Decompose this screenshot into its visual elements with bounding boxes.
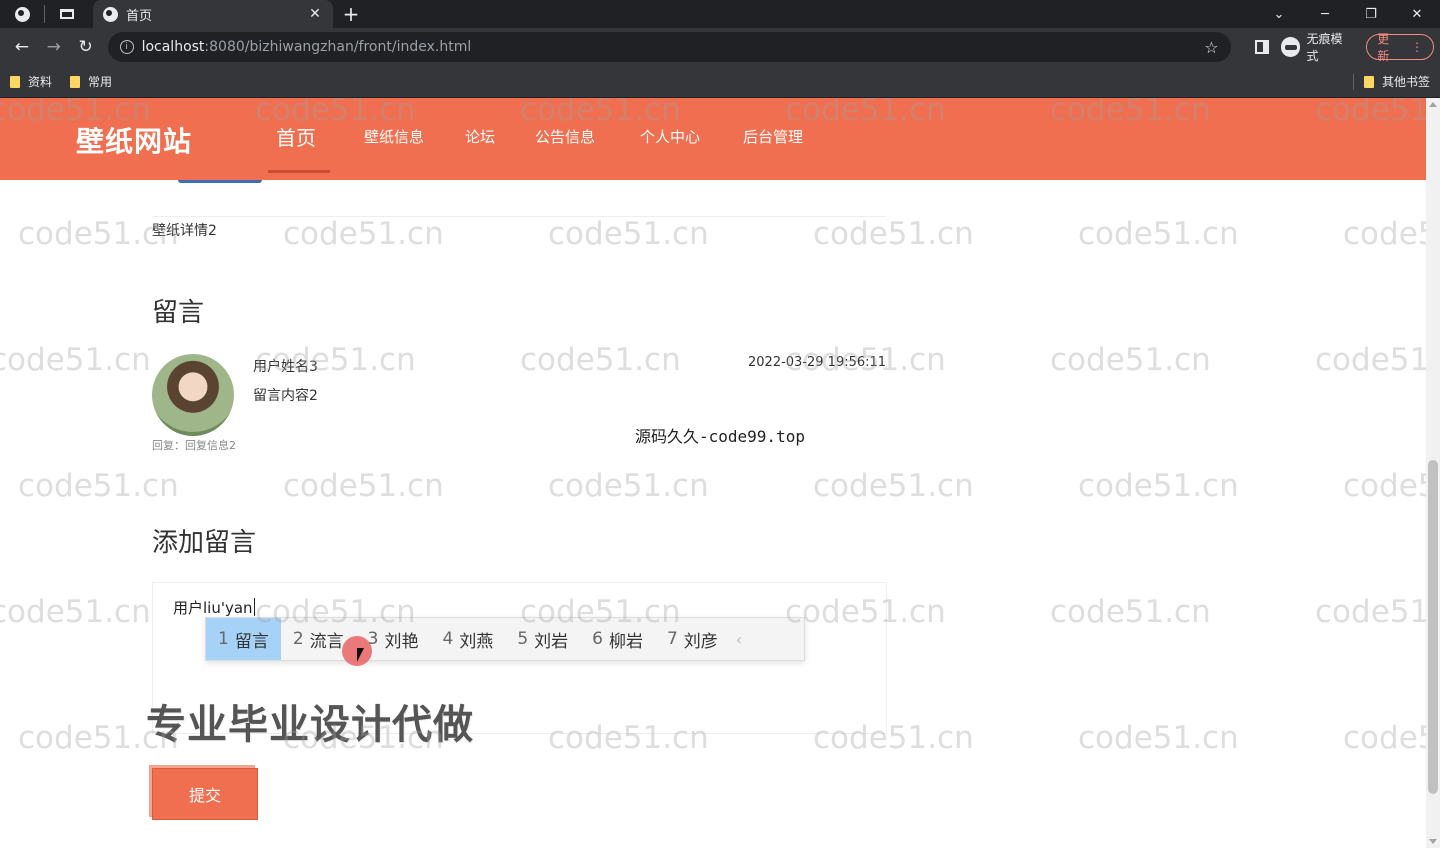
watermark-text: code51.cn — [0, 342, 151, 378]
url-path: :8080/bizhiwangzhan/front/index.html — [204, 39, 472, 55]
bookmark-separator — [1352, 73, 1354, 90]
tab-search-icon[interactable]: ⌄ — [1256, 7, 1302, 22]
message-reply: 回复：回复信息2 — [152, 439, 236, 452]
page-scrollbar[interactable] — [1426, 98, 1440, 848]
tab-favicon-icon — [103, 6, 118, 22]
mouse-cursor-icon — [357, 648, 364, 662]
browser-profile-icon[interactable] — [0, 0, 44, 28]
ime-candidate[interactable]: 5 刘岩 — [505, 618, 580, 660]
bookmarks-bar: 资料 常用 其他书签 — [0, 66, 1440, 98]
watermark-text: code51.cn — [1315, 342, 1426, 378]
forward-icon[interactable]: → — [38, 31, 70, 63]
watermark-text: code51.cn — [813, 216, 974, 252]
update-button[interactable]: 更新 ⋮ — [1366, 32, 1435, 63]
message-time: 2022-03-29 19:56:11 — [748, 355, 887, 370]
watermark-text: code51.cn — [520, 342, 681, 378]
site-header: 壁纸网站 首页 壁纸信息 论坛 公告信息 个人中心 后台管理 — [0, 98, 1426, 180]
textarea-value: 用户liu'yan — [173, 599, 253, 617]
ime-candidate[interactable]: 1 留言 — [206, 618, 281, 660]
folder-icon — [1363, 75, 1374, 88]
add-message-heading: 添加留言 — [152, 528, 257, 558]
menu-kebab-icon: ⋮ — [1411, 40, 1424, 54]
tab-close-icon[interactable]: ✕ — [307, 6, 323, 22]
url-host: localhost — [141, 39, 205, 55]
watermark-text: code51.cn — [1078, 216, 1239, 252]
nav-profile[interactable]: 个人中心 — [640, 126, 700, 147]
incognito-icon — [1280, 37, 1301, 57]
bookmark-folder[interactable]: 常用 — [70, 73, 112, 90]
window-close-icon[interactable]: ✕ — [1394, 7, 1440, 22]
nav-wallpapers[interactable]: 壁纸信息 — [364, 126, 424, 147]
watermark-text: code51.cn — [0, 594, 151, 630]
messages-heading: 留言 — [152, 298, 205, 328]
ime-candidate[interactable]: 6 柳岩 — [580, 618, 655, 660]
incognito-label: 无痕模式 — [1306, 32, 1343, 63]
watermark-text: code51.cn — [548, 468, 709, 504]
nav-home[interactable]: 首页 — [276, 122, 316, 151]
submit-button[interactable]: 提交 — [152, 768, 258, 820]
watermark-text: code51.cn — [1343, 216, 1426, 252]
restore-icon[interactable]: ❐ — [1348, 7, 1394, 22]
reload-icon[interactable]: ↻ — [70, 31, 102, 63]
other-bookmarks[interactable]: 其他书签 — [1363, 73, 1430, 90]
address-bar[interactable]: i localhost:8080/bizhiwangzhan/front/ind… — [107, 32, 1231, 62]
tab-overview-icon[interactable] — [45, 0, 89, 28]
watermark-text: code51.cn — [1315, 594, 1426, 630]
text-caret — [253, 598, 255, 616]
bookmark-label: 常用 — [88, 75, 113, 89]
overlay-source-text: 源码久久-code99.top — [635, 427, 805, 446]
watermark-text: code51.cn — [1050, 594, 1211, 630]
bookmark-label: 资料 — [28, 75, 53, 89]
bookmark-star-icon[interactable]: ☆ — [1204, 38, 1218, 57]
ime-candidate[interactable]: 7 刘彦 — [655, 618, 730, 660]
nav-announcements[interactable]: 公告信息 — [535, 126, 595, 147]
message-user: 用户姓名3 — [253, 359, 318, 375]
nav-admin[interactable]: 后台管理 — [743, 126, 803, 147]
new-tab-icon[interactable]: + — [333, 2, 369, 26]
browser-toolbar: ← → ↻ i localhost:8080/bizhiwangzhan/fro… — [0, 28, 1440, 66]
bookmark-folder[interactable]: 资料 — [10, 73, 52, 90]
avatar — [152, 354, 234, 436]
nav-active-indicator — [268, 170, 330, 173]
watermark-text: code51.cn — [813, 468, 974, 504]
watermark-text: code51.cn — [18, 468, 179, 504]
ime-prev-page-icon[interactable]: ‹ — [736, 630, 742, 649]
page-viewport: 壁纸网站 首页 壁纸信息 论坛 公告信息 个人中心 后台管理 壁纸详情2 留言 … — [0, 98, 1426, 848]
side-panel-icon[interactable] — [1254, 40, 1269, 54]
site-logo[interactable]: 壁纸网站 — [76, 120, 192, 160]
ime-candidate-bar: 1 留言 2 流言 3 刘艳 4 刘燕 5 刘岩 6 柳岩 7 刘彦 ‹ — [205, 617, 805, 661]
scroll-down-icon[interactable] — [1429, 839, 1437, 844]
tab-title: 首页 — [126, 8, 153, 24]
update-label: 更新 — [1377, 32, 1390, 63]
watermark-text: code51.cn — [1078, 468, 1239, 504]
watermark-text: code51.cn — [283, 468, 444, 504]
scroll-up-icon[interactable] — [1429, 102, 1437, 107]
folder-icon — [70, 75, 81, 88]
divider — [152, 216, 886, 217]
watermark-text: code51.cn — [1078, 720, 1239, 756]
minimize-icon[interactable]: ─ — [1302, 7, 1348, 22]
ime-candidate[interactable]: 4 刘燕 — [430, 618, 505, 660]
scrollbar-thumb[interactable] — [1428, 460, 1438, 794]
folder-icon — [10, 75, 20, 88]
tab-indicator — [178, 180, 262, 183]
watermark-text: code51.cn — [1343, 720, 1426, 756]
watermark-text: code51.cn — [1050, 342, 1211, 378]
wallpaper-detail-title: 壁纸详情2 — [152, 223, 217, 239]
message-content: 留言内容2 — [253, 388, 318, 404]
back-icon[interactable]: ← — [6, 31, 38, 63]
browser-tab-strip: 首页 ✕ + ⌄ ─ ❐ ✕ — [0, 0, 1440, 28]
incognito-indicator[interactable]: 无痕模式 — [1280, 30, 1355, 64]
promo-overlay-text: 专业毕业设计代做 — [146, 702, 474, 748]
other-bookmarks-label: 其他书签 — [1381, 75, 1430, 89]
site-info-icon[interactable]: i — [119, 40, 134, 54]
watermark-text: code51.cn — [548, 216, 709, 252]
nav-forum[interactable]: 论坛 — [465, 126, 495, 147]
watermark-text: code51.cn — [283, 216, 444, 252]
browser-tab-home[interactable]: 首页 ✕ — [93, 0, 333, 28]
watermark-text: code51.cn — [1343, 468, 1426, 504]
